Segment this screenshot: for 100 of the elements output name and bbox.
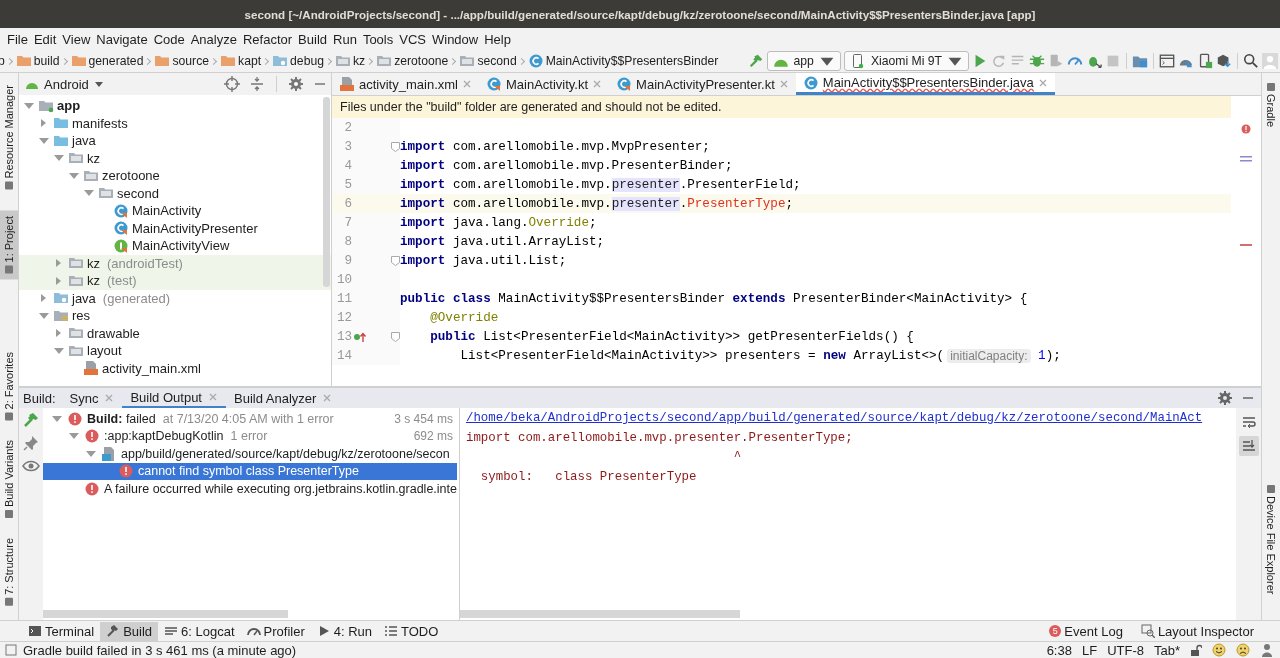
line-number: 14	[335, 348, 352, 363]
tree-item[interactable]: kz	[19, 149, 331, 167]
editor-notice: Files under the "build" folder are generated and should not be edited.	[332, 96, 1231, 118]
line-number: 8	[343, 234, 352, 249]
build-duration: 692 ms	[413, 429, 454, 444]
menu-item[interactable]: Build	[295, 31, 330, 47]
tree-item[interactable]: manifests	[19, 114, 331, 132]
menu-item[interactable]: Code	[150, 31, 188, 47]
tool-window-tab[interactable]: Build Variants	[0, 434, 18, 525]
file-link[interactable]: /home/beka/AndroidProjects/second/app/build/generated/source/kapt/debug/kz/zerotoone/second/MainAct	[466, 411, 1236, 431]
tool-window-tab[interactable]: Resource Manager	[0, 79, 18, 196]
breadcrumb-item[interactable]: debug	[272, 53, 324, 69]
layout-inspector-button[interactable]: Layout Inspector	[1134, 621, 1260, 641]
file-encoding[interactable]: UTF-8	[1107, 642, 1144, 658]
tool-window-tab[interactable]: Gradle	[1262, 77, 1280, 134]
indent-setting[interactable]: Tab*	[1153, 642, 1180, 658]
tool-window-button[interactable]: Terminal	[22, 621, 101, 641]
tree-item[interactable]: layout	[19, 342, 331, 360]
menu-item[interactable]: File	[4, 31, 31, 47]
line-separator[interactable]: LF	[1081, 642, 1098, 658]
tree-item[interactable]: app	[19, 97, 331, 115]
tree-row[interactable]: cannot find symbol class PresenterType	[43, 462, 457, 480]
output-line: symbol: class PresenterType	[479, 469, 698, 486]
line-number: 10	[335, 272, 352, 287]
count-badge: 5	[1049, 625, 1062, 637]
build-detail: 1 error	[230, 429, 268, 444]
build-message: cannot find symbol class PresenterType	[138, 464, 359, 479]
code-text: import com.arellomobile.mvp.presenter.PresenterType;	[400, 196, 794, 211]
breadcrumb-item[interactable]: zerotoone	[376, 53, 449, 69]
breadcrumb-item[interactable]: kapt	[220, 53, 262, 69]
tree-item[interactable]: activity_main.xml	[19, 359, 331, 377]
code-text: List<PresenterField<MainActivity>> presenters = new ArrayList<>(	[459, 348, 945, 363]
code-text: public List<PresenterField<MainActivity>> getPresenterFields() {	[429, 329, 914, 344]
breadcrumb-item[interactable]: second	[459, 53, 517, 69]
code-text: import com.arellomobile.mvp.MvpPresenter;	[400, 139, 710, 154]
tool-window-tab[interactable]: 7: Structure	[0, 532, 18, 612]
menu-item[interactable]: Analyze	[187, 31, 240, 47]
tree-item[interactable]: kz (test)	[19, 272, 331, 290]
tree-row[interactable]: app/build/generated/source/kapt/debug/kz/zerotoone/secon	[43, 445, 457, 463]
breadcrumb-item[interactable]: kz	[334, 53, 366, 69]
output-line: import com.arellomobile.mvp.presenter.PresenterType;	[466, 430, 854, 447]
tool-window-button[interactable]: Build	[100, 621, 159, 641]
editor-tab[interactable]: MainActivity.kt	[478, 73, 610, 95]
configuration-dropdown[interactable]: app	[766, 51, 841, 71]
tree-item[interactable]: second	[19, 184, 331, 202]
panel-label: Build:	[22, 389, 57, 408]
breadcrumb-item[interactable]: generated	[70, 53, 144, 69]
tree-item[interactable]: zerotoone	[19, 167, 331, 185]
code-text: import java.util.ArrayList;	[400, 234, 605, 249]
tree-row[interactable]: :app:kaptDebugKotlin 1 error 692 ms	[43, 427, 457, 445]
tree-item[interactable]: kz (androidTest)	[19, 254, 331, 272]
build-message: app/build/generated/source/kapt/debug/kz/zerotoone/secon	[121, 446, 450, 461]
menu-item[interactable]: Tools	[359, 31, 397, 47]
window-title: second [~/AndroidProjects/second] - .../app/build/generated/source/kapt/debug/kz/zerotoone/second/MainActivity$$PresentersBinder.java [app]	[244, 7, 1036, 21]
menu-item[interactable]: Window	[428, 31, 482, 47]
menu-item[interactable]: View	[59, 31, 94, 47]
tree-item[interactable]: res	[19, 307, 331, 325]
build-duration: 3 s 454 ms	[394, 411, 454, 426]
tool-window-tab[interactable]: Device File Explorer	[1262, 478, 1280, 600]
tree-item[interactable]: drawable	[19, 324, 331, 342]
build-message: :app:kaptDebugKotlin	[104, 429, 224, 444]
tree-item[interactable]: java (generated)	[19, 289, 331, 307]
panel-tab[interactable]: Build Analyzer	[226, 388, 341, 408]
line-number: 3	[343, 139, 352, 154]
menu-item[interactable]: VCS	[396, 31, 429, 47]
code-text: 1);	[1037, 348, 1061, 363]
breadcrumb-item[interactable]: MainActivity$$PresentersBinder	[527, 53, 719, 69]
editor-tab[interactable]: MainActivity$$PresentersBinder.java	[795, 73, 1055, 95]
event-log-button[interactable]: 5 Event Log	[1043, 621, 1129, 641]
parameter-hint: initialCapacity:	[947, 348, 1031, 363]
tree-item[interactable]: MainActivityView	[19, 237, 331, 255]
tree-row[interactable]: A failure occurred while executing org.jetbrains.kotlin.gradle.inte	[43, 480, 457, 498]
tool-window-tab[interactable]: 1: Project	[0, 209, 18, 280]
tool-window-button[interactable]: TODO	[378, 621, 445, 641]
menu-item[interactable]: Refactor	[239, 31, 296, 47]
menu-item[interactable]: Help	[481, 31, 514, 47]
tool-window-tab[interactable]: 2: Favorites	[0, 345, 18, 427]
line-number: 4	[343, 158, 352, 173]
code-text: import java.util.List;	[400, 253, 567, 268]
panel-tab[interactable]: Sync	[61, 388, 123, 408]
tree-item[interactable]: MainActivity	[19, 202, 331, 220]
editor-tab[interactable]: activity_main.xml	[332, 73, 479, 95]
panel-tab[interactable]: Build Output	[122, 388, 226, 408]
breadcrumb-item[interactable]: source	[154, 53, 210, 69]
tool-window-button[interactable]: 4: Run	[310, 621, 379, 641]
caret-position[interactable]: 6:38	[1046, 642, 1072, 658]
menu-item[interactable]: Run	[330, 31, 360, 47]
tree-row[interactable]: Build: failed at 7/13/20 4:05 AM with 1 error 3 s 454 ms	[43, 410, 457, 428]
tool-window-button[interactable]: Profiler	[240, 621, 311, 641]
editor-tab[interactable]: MainActivityPresenter.kt	[609, 73, 796, 95]
build-detail: at 7/13/20 4:05 AM with 1 error	[162, 411, 334, 426]
code-text: import java.lang.Override;	[400, 215, 597, 230]
menu-item[interactable]: Edit	[30, 31, 60, 47]
breadcrumb-item[interactable]: build	[15, 53, 60, 69]
tree-item[interactable]: MainActivityPresenter	[19, 219, 331, 237]
menu-item[interactable]: Navigate	[93, 31, 151, 47]
device-dropdown[interactable]: Xiaomi Mi 9T	[843, 51, 969, 71]
view-dropdown[interactable]: Android	[25, 76, 104, 92]
tool-window-button[interactable]: 6: Logcat	[158, 621, 241, 641]
tree-item[interactable]: java	[19, 132, 331, 150]
